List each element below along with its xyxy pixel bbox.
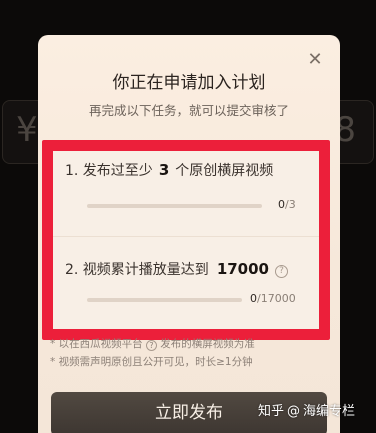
- note-line-platform: * 以在西瓜视频平台 ? 发布的横屏视频为准: [50, 338, 255, 351]
- close-icon[interactable]: ✕: [306, 51, 324, 69]
- annotation-highlight-box: [42, 140, 330, 340]
- dialog-title: 你正在申请加入计划: [112, 73, 266, 93]
- help-icon[interactable]: ?: [145, 340, 157, 351]
- background-currency-symbol: ¥: [16, 110, 38, 150]
- note-line-requirements: * 视频需声明原创且公开可见，时长≥1分钟: [50, 356, 253, 368]
- watermark: 知乎 @ 海编专栏: [258, 404, 356, 419]
- dialog-subtitle: 再完成以下任务，就可以提交审核了: [88, 103, 289, 118]
